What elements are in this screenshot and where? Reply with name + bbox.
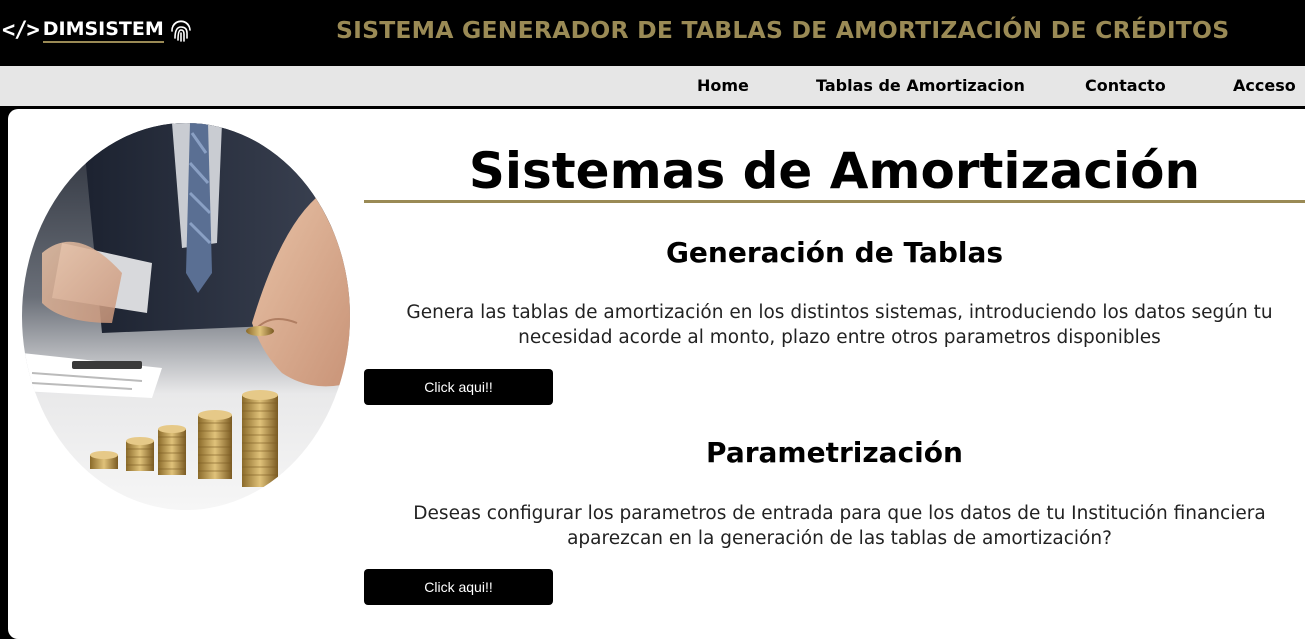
- section-title-generacion: Generación de Tablas: [665, 236, 1004, 269]
- site-logo[interactable]: </> DIMSISTEM: [2, 14, 194, 46]
- code-icon: </>: [2, 17, 40, 43]
- nav-item-home[interactable]: Home: [697, 76, 749, 96]
- generacion-click-button[interactable]: Click aqui!!: [364, 369, 553, 405]
- hero-image: [22, 123, 350, 510]
- section-text-generacion: Genera las tablas de amortización en los…: [406, 302, 1273, 348]
- section-title-parametrizacion: Parametrización: [706, 436, 963, 469]
- title-divider: [364, 200, 1305, 203]
- page-title: Sistemas de Amortización: [468, 142, 1201, 200]
- logo-text: DIMSISTEM: [42, 18, 164, 43]
- coins-hand-photo: [22, 123, 350, 510]
- fingerprint-icon: [170, 20, 191, 42]
- main-card: Sistemas de Amortización Generación de T…: [8, 109, 1305, 639]
- nav-item-contacto[interactable]: Contacto: [1085, 76, 1166, 96]
- nav-item-tablas[interactable]: Tablas de Amortizacion: [816, 76, 1025, 96]
- parametrizacion-click-button[interactable]: Click aqui!!: [364, 569, 553, 605]
- nav-item-acceso[interactable]: Acceso: [1233, 76, 1296, 96]
- site-header: </> DIMSISTEM SISTEMA GENERADOR DE TABLA…: [0, 0, 1305, 66]
- main-nav: Home Tablas de Amortizacion Contacto Acc…: [0, 66, 1305, 106]
- site-title: SISTEMA GENERADOR DE TABLAS DE AMORTIZAC…: [336, 16, 1230, 44]
- section-text-parametrizacion: Deseas configurar los parametros de entr…: [413, 503, 1266, 549]
